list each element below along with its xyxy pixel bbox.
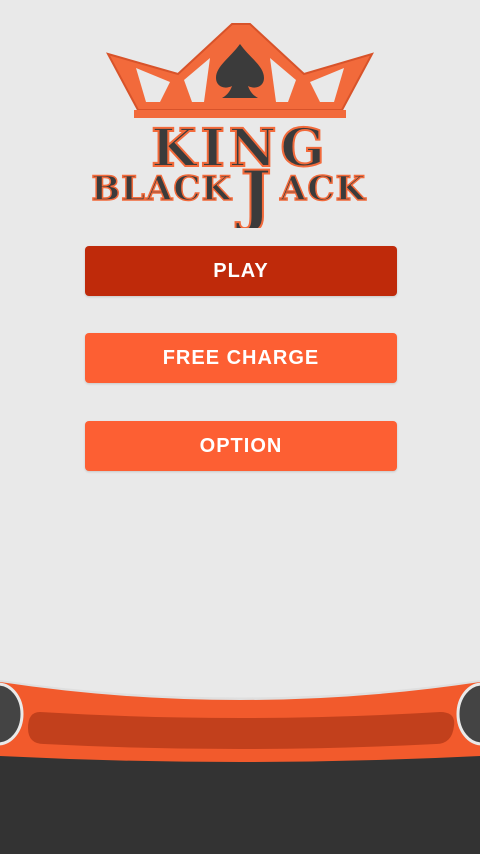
free-charge-button[interactable]: FREE CHARGE: [85, 333, 397, 383]
table-rail: [0, 680, 480, 854]
logo-ack-text: ACK: [279, 169, 366, 209]
logo-black-text: BLACK: [91, 169, 232, 209]
king-blackjack-logo: KING J BLACK ACK: [91, 23, 375, 228]
logo-j-letter: J: [235, 156, 271, 228]
play-button[interactable]: PLAY: [85, 246, 397, 296]
main-menu-screen: KING J BLACK ACK PLAY FREE CHARGE OPTION: [0, 0, 480, 854]
option-button[interactable]: OPTION: [85, 421, 397, 471]
